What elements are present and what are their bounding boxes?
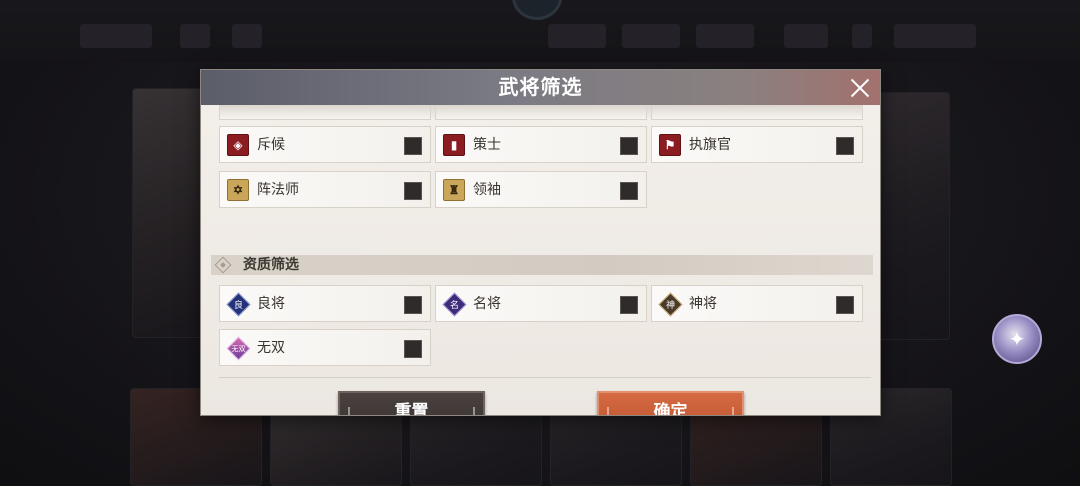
- option-label: 名将: [473, 296, 501, 312]
- dialog-title: 武将筛选: [498, 75, 583, 99]
- checkbox[interactable]: [620, 137, 638, 155]
- reset-button[interactable]: 重置: [338, 391, 485, 415]
- confirm-button[interactable]: 确定: [597, 391, 744, 415]
- option-label: 执旗官: [689, 137, 731, 153]
- option-label: 神将: [689, 296, 717, 312]
- divider: [219, 377, 871, 378]
- option-strategist[interactable]: ▮ 策士: [435, 126, 647, 163]
- flag-icon: ⚑: [659, 134, 681, 156]
- diamond-icon: [214, 256, 232, 274]
- dialog-header: 武将筛选: [201, 70, 880, 105]
- option-leader[interactable]: ♜ 领袖: [435, 171, 647, 208]
- strategist-icon: ▮: [443, 134, 465, 156]
- option-label: 良将: [257, 296, 285, 312]
- divine-general-icon: 神: [657, 291, 683, 317]
- option-label: 阵法师: [257, 182, 299, 198]
- dialog-body[interactable]: ◈ 斥候 ▮ 策士 ⚑ 执旗官 ✡ 阵法师 ♜ 领袖 资质筛选 良 良将 名 名…: [201, 105, 880, 415]
- option-famous-general[interactable]: 名 名将: [435, 285, 647, 322]
- hero-filter-dialog: 武将筛选 ◈ 斥候 ▮ 策士 ⚑ 执旗官 ✡ 阵法师 ♜ 领袖 资质筛选 良 良…: [200, 69, 881, 416]
- checkbox[interactable]: [404, 182, 422, 200]
- peerless-icon: 无双: [225, 335, 251, 361]
- checkbox[interactable]: [404, 296, 422, 314]
- option-peerless[interactable]: 无双 无双: [219, 329, 431, 366]
- option-good-general[interactable]: 良 良将: [219, 285, 431, 322]
- scout-icon: ◈: [227, 134, 249, 156]
- quality-section-header: 资质筛选: [211, 255, 873, 275]
- section-title: 资质筛选: [243, 257, 299, 273]
- checkbox[interactable]: [620, 296, 638, 314]
- checkbox[interactable]: [404, 137, 422, 155]
- good-general-icon: 良: [225, 291, 251, 317]
- option-formation-master[interactable]: ✡ 阵法师: [219, 171, 431, 208]
- option-label: 策士: [473, 137, 501, 153]
- leader-icon: ♜: [443, 179, 465, 201]
- option-label: 无双: [257, 340, 285, 356]
- close-icon[interactable]: [847, 75, 873, 101]
- option-label: 斥候: [257, 137, 285, 153]
- formation-icon: ✡: [227, 179, 249, 201]
- famous-general-icon: 名: [441, 291, 467, 317]
- assistant-avatar-icon[interactable]: ✦: [992, 314, 1042, 364]
- checkbox[interactable]: [620, 182, 638, 200]
- checkbox[interactable]: [836, 137, 854, 155]
- scroll-fade: [219, 105, 863, 119]
- checkbox[interactable]: [404, 340, 422, 358]
- checkbox[interactable]: [836, 296, 854, 314]
- option-divine-general[interactable]: 神 神将: [651, 285, 863, 322]
- option-flag-officer[interactable]: ⚑ 执旗官: [651, 126, 863, 163]
- option-label: 领袖: [473, 182, 501, 198]
- option-scout[interactable]: ◈ 斥候: [219, 126, 431, 163]
